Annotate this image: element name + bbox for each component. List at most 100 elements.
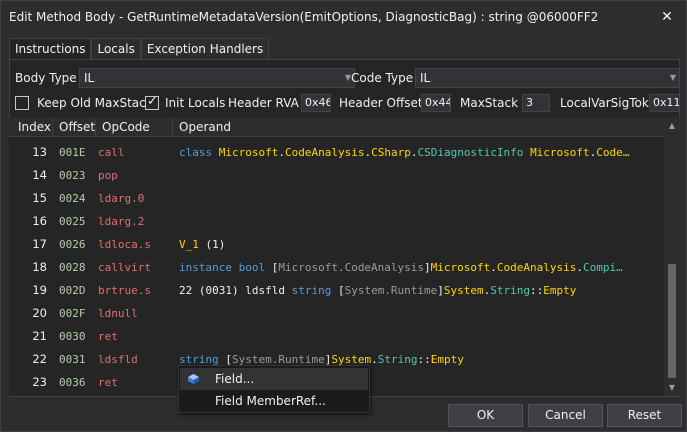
title-bar[interactable]: Edit Method Body - GetRuntimeMetadataVer… (1, 1, 686, 33)
chevron-down-icon: ▼ (669, 73, 676, 82)
header-offset-input[interactable]: 0x44 (421, 94, 451, 112)
cell-opcode: callvirt (98, 261, 151, 274)
cell-offset: 0030 (59, 330, 86, 343)
cell-offset: 0036 (59, 376, 86, 389)
table-row[interactable]: 15 0024 ldarg.0 (9, 187, 664, 210)
cell-index: 13 (32, 145, 47, 159)
operand-token: Microsoft.CodeAnalysis (278, 261, 425, 274)
cell-index: 23 (32, 375, 47, 389)
operand-token: Microsoft (530, 146, 590, 159)
column-header-opcode[interactable]: OpCode (102, 120, 150, 134)
tab-exception-handlers[interactable]: Exception Handlers (140, 38, 270, 60)
maxstack-label: MaxStack (460, 96, 519, 110)
cell-operand: instance bool [Microsoft.CodeAnalysis]Mi… (179, 256, 655, 279)
init-locals-checkbox[interactable] (145, 94, 159, 110)
code-type-select[interactable]: IL ▼ (415, 68, 680, 88)
cell-offset: 0025 (59, 215, 86, 228)
table-row[interactable]: 16 0025 ldarg.2 (9, 210, 664, 233)
menu-item-label: Field... (215, 372, 255, 386)
column-header-operand[interactable]: Operand (179, 120, 231, 134)
cell-offset: 0028 (59, 261, 86, 274)
code-type-value: IL (420, 71, 431, 85)
operand-token: . (278, 146, 285, 159)
cell-index: 14 (32, 168, 47, 182)
init-locals-label[interactable]: Init Locals (165, 96, 225, 110)
instructions-grid[interactable]: Index Offset OpCode Operand 13 001E call cl… (9, 118, 680, 396)
grid-header: Index Offset OpCode Operand (9, 118, 680, 137)
field-icon (188, 374, 199, 384)
table-row[interactable]: 13 001E call class Microsoft.CodeAnalysis.C… (9, 141, 664, 164)
cell-opcode: ldarg.0 (98, 192, 145, 205)
operand-token: . (490, 261, 497, 274)
header-rva-label: Header RVA (228, 96, 299, 110)
scroll-up-icon[interactable]: ▲ (664, 118, 680, 134)
operand-token: CSharp (371, 146, 411, 159)
keep-old-maxstack-checkbox[interactable] (15, 96, 29, 110)
options-row: Keep Old MaxStack Init Locals Header RVA… (15, 94, 680, 114)
operand-token: string (291, 284, 338, 297)
keep-old-maxstack-label[interactable]: Keep Old MaxStack (37, 96, 153, 110)
table-row[interactable]: 17 0026 ldloca.s V_1 (1) (9, 233, 664, 256)
operand-token: CodeAnalysis (496, 261, 577, 274)
cell-index: 16 (32, 214, 47, 228)
close-icon[interactable]: ✕ (656, 6, 678, 28)
cell-operand: V_1 (1) (179, 233, 655, 256)
localvarsigtok-label: LocalVarSigTok (560, 96, 649, 110)
maxstack-input[interactable]: 3 (522, 94, 550, 112)
reset-button[interactable]: Reset (607, 404, 682, 427)
cell-opcode: brtrue.s (98, 284, 151, 297)
tab-instructions[interactable]: Instructions (9, 38, 92, 61)
menu-item-field-memberref[interactable]: Field MemberRef... (180, 390, 368, 412)
ok-button[interactable]: OK (448, 404, 523, 427)
body-type-select[interactable]: IL ▼ (79, 68, 355, 88)
tab-locals[interactable]: Locals (91, 38, 141, 60)
tab-strip: Instructions Locals Exception Handlers (9, 38, 270, 61)
operand-token: ] (424, 261, 431, 274)
column-divider[interactable] (95, 118, 96, 137)
table-row[interactable]: 21 0030 ret (9, 325, 664, 348)
operand-token: Microsoft (430, 261, 491, 274)
header-rva-input[interactable]: 0x463 (301, 94, 331, 112)
vertical-scrollbar[interactable]: ▲ ▼ (664, 118, 680, 396)
operand-token: CodeAnalysis (284, 146, 365, 159)
column-divider[interactable] (52, 118, 53, 137)
operand-token: System (443, 284, 484, 297)
cell-opcode: ldsfld (98, 353, 138, 366)
cell-index: 17 (32, 237, 47, 251)
scrollbar-thumb[interactable] (668, 264, 676, 378)
table-row[interactable]: 19 002D brtrue.s 22 (0031) ldsfld string [S… (9, 279, 664, 302)
column-header-offset[interactable]: Offset (59, 120, 95, 134)
header-offset-label: Header Offset (339, 96, 423, 110)
scroll-down-icon[interactable]: ▼ (664, 380, 680, 396)
operand-token: String (490, 284, 531, 297)
table-row[interactable]: 20 002F ldnull (9, 302, 664, 325)
cell-opcode: ldarg.2 (98, 215, 145, 228)
table-row[interactable]: 18 0028 callvirt instance bool [Microsoft.C… (9, 256, 664, 279)
cell-offset: 0031 (59, 353, 86, 366)
operand-token: Code… (596, 146, 630, 159)
column-header-index[interactable]: Index (18, 120, 51, 134)
menu-item-label: Field MemberRef... (215, 394, 326, 408)
window-title: Edit Method Body - GetRuntimeMetadataVer… (9, 10, 599, 24)
cell-offset: 001E (59, 146, 86, 159)
operand-token: :: (417, 353, 431, 366)
cell-offset: 0026 (59, 238, 86, 251)
operand-token: (1) (198, 238, 226, 251)
localvarsigtok-input[interactable]: 0x110 (649, 94, 680, 112)
cell-opcode: ldnull (98, 307, 138, 320)
body-type-value: IL (84, 71, 95, 85)
operand-token: 22 (0031) (179, 284, 246, 297)
operand-token: instance bool (179, 261, 272, 274)
code-type-label: Code Type (351, 71, 414, 85)
operand-token: [ (337, 284, 345, 297)
operand-token: Compi… (583, 261, 623, 274)
cell-opcode: ret (98, 376, 118, 389)
cell-opcode: pop (98, 169, 118, 182)
operand-token: System.Runtime (344, 284, 438, 297)
cell-index: 19 (32, 283, 47, 297)
table-row[interactable]: 14 0023 pop (9, 164, 664, 187)
cell-opcode: call (98, 146, 125, 159)
menu-item-field[interactable]: Field... (180, 368, 368, 390)
cancel-button[interactable]: Cancel (528, 404, 603, 427)
column-divider[interactable] (172, 118, 173, 137)
